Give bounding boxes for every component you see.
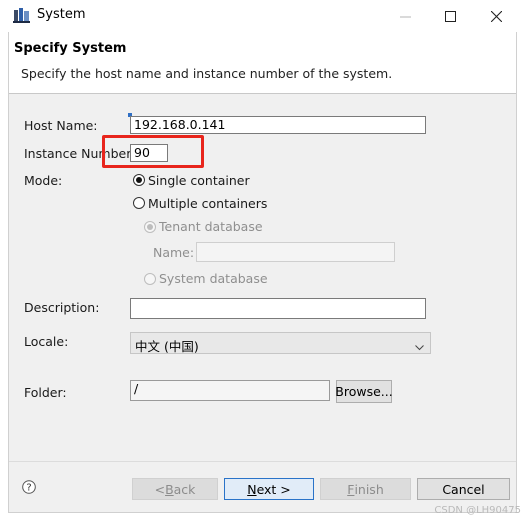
tenant-database-radio[interactable] <box>144 221 156 233</box>
folder-label: Folder: <box>24 385 67 400</box>
help-button[interactable]: ? <box>22 480 36 497</box>
page-description: Specify the host name and instance numbe… <box>21 66 393 81</box>
close-icon <box>490 10 502 22</box>
chevron-down-icon <box>415 339 424 354</box>
maximize-icon <box>444 10 456 22</box>
watermark: CSDN @LH90475 <box>434 505 521 516</box>
help-icon: ? <box>22 480 36 494</box>
locale-selected-value: 中文 (中国) <box>135 339 199 354</box>
system-database-radio[interactable] <box>144 273 156 285</box>
name-label: Name: <box>153 245 195 260</box>
locale-select[interactable]: 中文 (中国) <box>130 332 431 354</box>
close-button[interactable] <box>473 0 519 32</box>
back-button[interactable]: < Back <box>132 478 218 500</box>
window-title: System <box>37 7 86 22</box>
minimize-icon <box>399 16 411 17</box>
system-database-label: System database <box>159 271 268 286</box>
browse-button[interactable]: Browse... <box>335 380 393 403</box>
single-container-label[interactable]: Single container <box>148 173 250 188</box>
maximize-button[interactable] <box>427 0 473 32</box>
page-title: Specify System <box>14 41 127 56</box>
description-label: Description: <box>24 300 100 315</box>
tenant-database-label: Tenant database <box>159 219 263 234</box>
locale-label: Locale: <box>24 334 69 349</box>
cancel-button[interactable]: Cancel <box>417 478 510 500</box>
multiple-containers-label[interactable]: Multiple containers <box>148 196 267 211</box>
finish-button[interactable]: Finish <box>320 478 411 500</box>
host-name-label: Host Name: <box>24 118 98 133</box>
description-input[interactable] <box>130 298 426 319</box>
folder-input[interactable]: / <box>130 380 330 401</box>
multiple-containers-radio[interactable] <box>133 197 145 209</box>
highlight-annotation <box>102 135 204 168</box>
single-container-radio[interactable] <box>133 174 145 186</box>
next-button[interactable]: Next > <box>224 478 314 500</box>
svg-text:?: ? <box>26 483 31 494</box>
name-input[interactable] <box>196 242 395 262</box>
minimize-button[interactable] <box>382 0 428 32</box>
system-app-icon <box>13 8 31 23</box>
host-name-input[interactable]: 192.168.0.141 <box>130 116 426 134</box>
mode-label: Mode: <box>24 173 63 188</box>
